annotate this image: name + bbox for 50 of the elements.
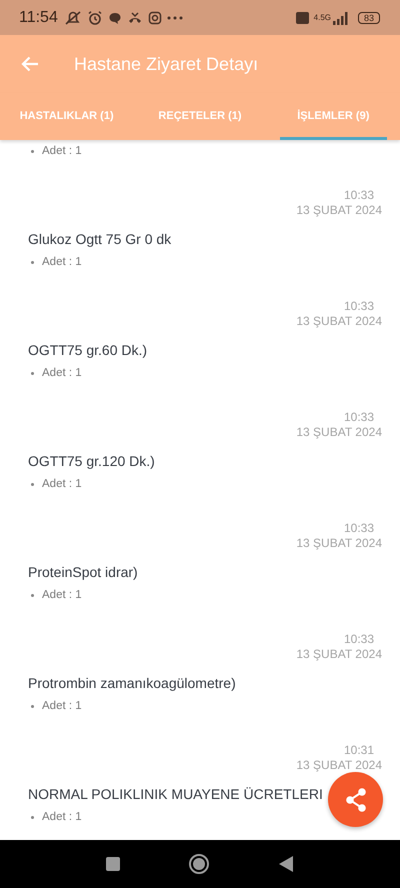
procedure-quantity: Adet : 1 bbox=[42, 144, 82, 159]
procedure-quantity: Adet : 1 bbox=[42, 588, 82, 603]
alarm-icon bbox=[86, 10, 103, 26]
bullet-icon bbox=[31, 372, 34, 374]
battery-level: 83 bbox=[358, 12, 380, 24]
screen-title: Hastane Ziyaret Detayı bbox=[74, 54, 258, 74]
procedure-date: 13 ŞUBAT 2024 bbox=[296, 536, 382, 551]
clock: 11:54 bbox=[19, 8, 58, 26]
procedure-time: 10:33 bbox=[344, 410, 374, 425]
bullet-icon bbox=[31, 260, 34, 264]
muted-bell-icon bbox=[64, 10, 82, 26]
bullet-icon bbox=[31, 482, 34, 486]
bullet-icon bbox=[31, 150, 34, 152]
bullet-icon bbox=[31, 704, 34, 708]
procedure-time: 10:31 bbox=[344, 743, 374, 758]
procedure-time: 10:33 bbox=[344, 299, 374, 314]
back-button[interactable] bbox=[278, 855, 294, 873]
tab[interactable]: İŞLEMLER (9) bbox=[280, 93, 387, 140]
procedure-quantity: Adet : 1 bbox=[42, 366, 82, 381]
procedure-date: 13 ŞUBAT 2024 bbox=[296, 647, 382, 662]
procedure-name: Glukoz Ogtt 75 Gr 0 dk bbox=[28, 230, 172, 249]
procedure-quantity: Adet : 1 bbox=[42, 810, 82, 825]
procedure-name: NORMAL POLIKLINIK MUAYENE ÜCRETLERI bbox=[28, 785, 323, 804]
network-type: 4.5G bbox=[314, 13, 331, 22]
procedure-date: 13 ŞUBAT 2024 bbox=[296, 758, 382, 773]
tab[interactable]: HASTALIKLAR (1) bbox=[13, 93, 120, 140]
procedure-quantity: Adet : 1 bbox=[42, 699, 82, 714]
missed-call-icon bbox=[126, 10, 143, 24]
home-button[interactable] bbox=[188, 853, 210, 875]
procedure-name: ProteinSpot idrar) bbox=[28, 563, 138, 582]
procedure-time: 10:33 bbox=[344, 188, 374, 203]
back-arrow-icon[interactable] bbox=[20, 55, 40, 73]
chat-bubble-icon bbox=[108, 10, 122, 24]
signal-icon bbox=[332, 10, 350, 24]
camera-app-icon bbox=[148, 10, 162, 24]
procedure-name: Protrombin zamanıkoagülometre) bbox=[28, 674, 236, 693]
more-icon bbox=[166, 14, 183, 20]
procedure-time: 10:33 bbox=[344, 632, 374, 647]
procedure-name: OGTT75 gr.60 Dk.) bbox=[28, 341, 148, 360]
procedure-quantity: Adet : 1 bbox=[42, 477, 82, 492]
procedure-date: 13 ŞUBAT 2024 bbox=[296, 203, 382, 218]
share-button[interactable] bbox=[328, 772, 383, 827]
procedure-quantity: Adet : 1 bbox=[42, 255, 82, 270]
procedure-date: 13 ŞUBAT 2024 bbox=[296, 314, 382, 329]
procedure-time: 10:33 bbox=[344, 521, 374, 536]
bullet-icon bbox=[31, 594, 34, 596]
bullet-icon bbox=[31, 816, 34, 818]
tab[interactable]: REÇETELER (1) bbox=[146, 93, 254, 140]
procedure-name: OGTT75 gr.120 Dk.) bbox=[28, 452, 155, 471]
procedure-date: 13 ŞUBAT 2024 bbox=[296, 425, 382, 440]
